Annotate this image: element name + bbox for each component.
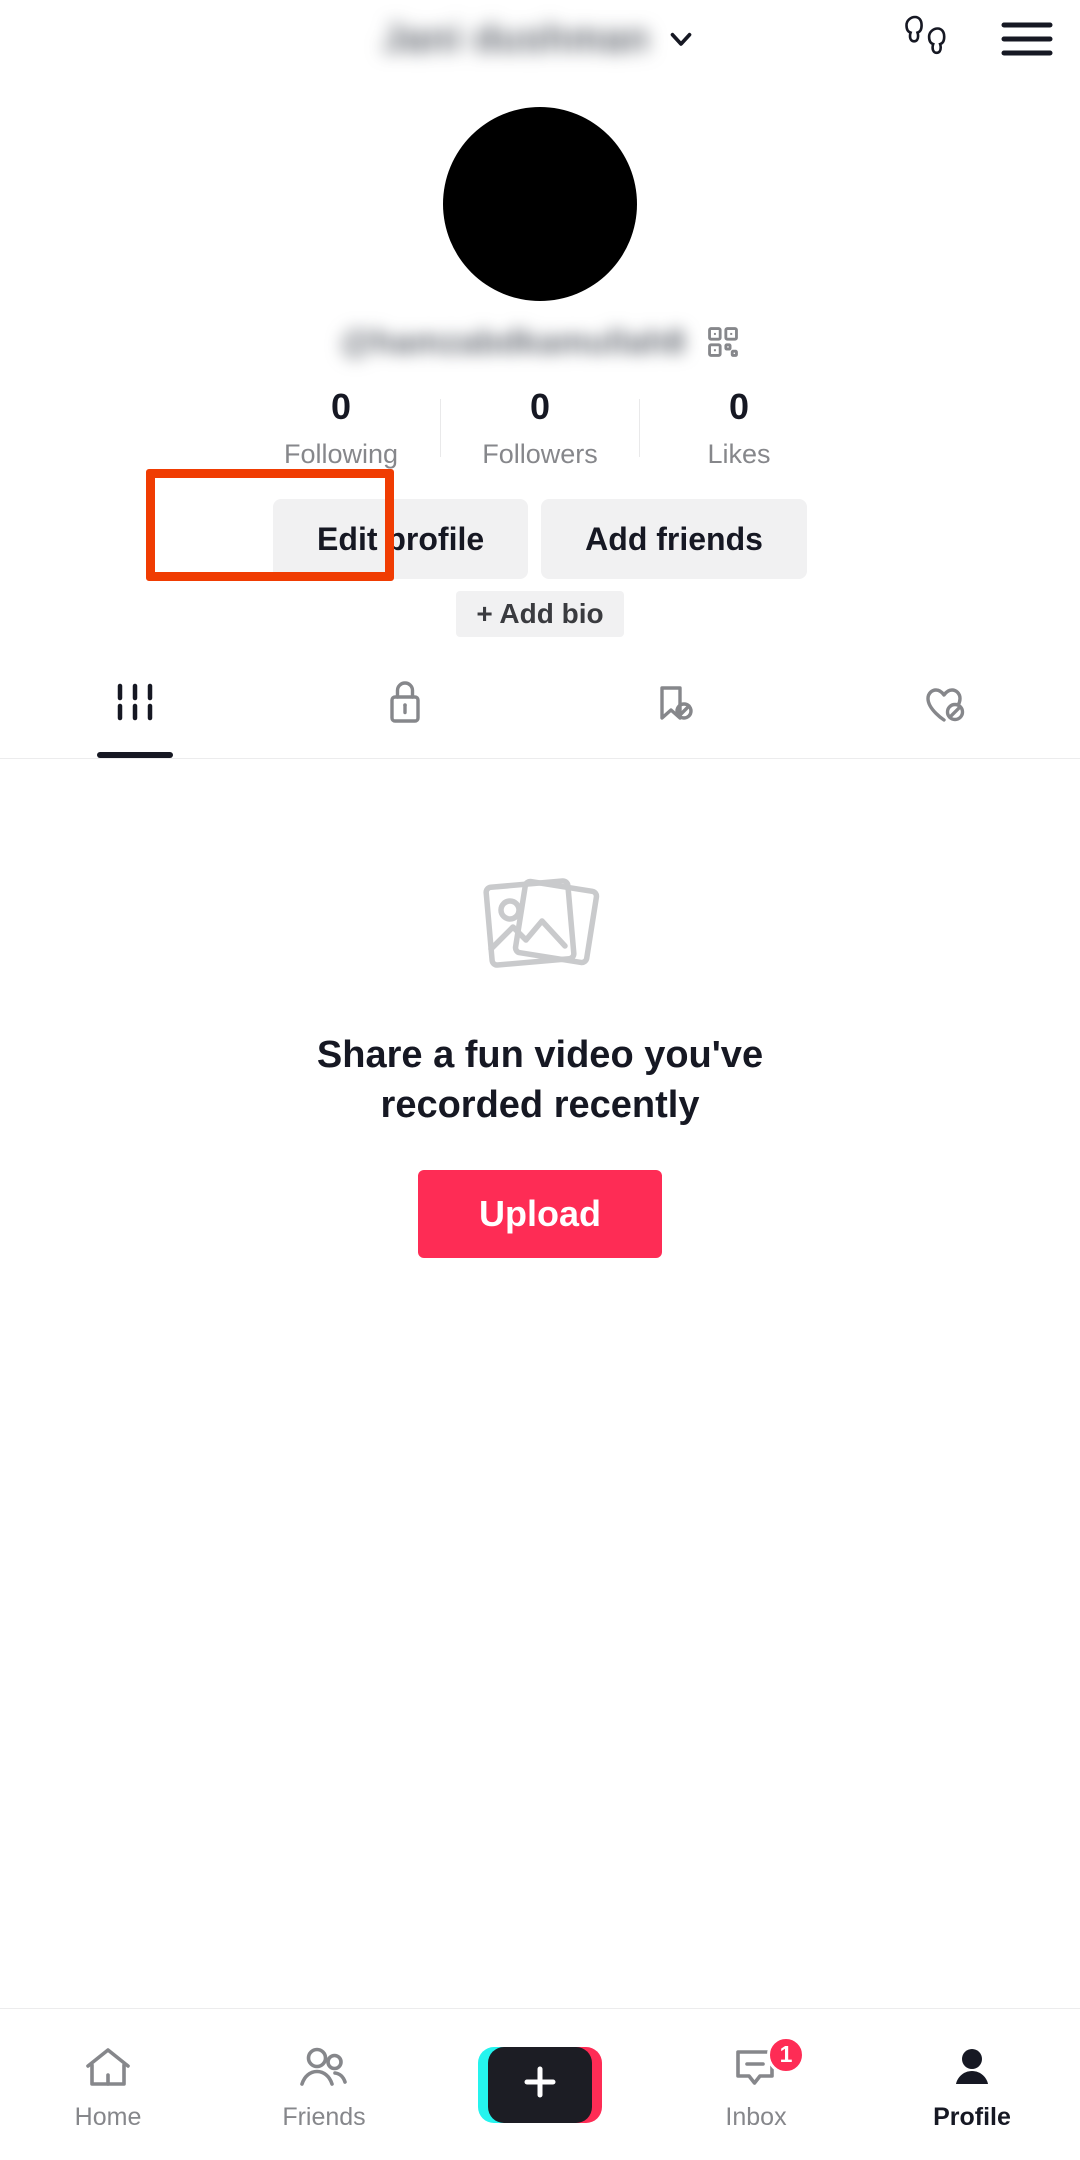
empty-state-message: Share a fun video you've recorded recent… xyxy=(260,1031,820,1130)
nav-inbox[interactable]: 1 Inbox xyxy=(648,2040,864,2130)
bottom-navigation: Home Friends xyxy=(0,2008,1080,2160)
handle-row: @hamzabdkamullah8 xyxy=(0,323,1080,361)
stat-followers[interactable]: 0 Followers xyxy=(441,387,639,469)
nav-create[interactable] xyxy=(432,2047,648,2123)
stats-row: 0 Following 0 Followers 0 Likes xyxy=(0,387,1080,469)
top-bar-actions xyxy=(902,0,1054,78)
nav-profile[interactable]: Profile xyxy=(864,2040,1080,2130)
edit-profile-button[interactable]: Edit profile xyxy=(273,499,528,579)
tiktok-profile-screen: Jani dushman @ xyxy=(0,0,1080,2160)
nav-home[interactable]: Home xyxy=(0,2040,216,2130)
home-icon xyxy=(81,2040,135,2096)
stat-value: 0 xyxy=(242,387,440,427)
bio-row: + Add bio xyxy=(0,591,1080,637)
stat-likes[interactable]: 0 Likes xyxy=(640,387,838,469)
profile-handle: @hamzabdkamullah8 xyxy=(340,323,685,361)
heart-hidden-icon xyxy=(916,674,974,737)
nav-label: Inbox xyxy=(725,2105,786,2130)
tab-private[interactable] xyxy=(270,666,540,758)
footprints-icon[interactable] xyxy=(902,11,954,67)
stat-value: 0 xyxy=(640,387,838,427)
profile-actions: Edit profile Add friends xyxy=(0,499,1080,579)
tab-reposts[interactable] xyxy=(540,666,810,758)
empty-state: Share a fun video you've recorded recent… xyxy=(0,759,1080,2008)
qr-code-icon[interactable] xyxy=(706,325,740,359)
photo-stack-icon xyxy=(472,864,608,991)
add-friends-button[interactable]: Add friends xyxy=(541,499,807,579)
upload-button[interactable]: Upload xyxy=(418,1170,662,1258)
plus-icon xyxy=(519,2061,561,2108)
create-button[interactable] xyxy=(478,2047,602,2123)
stat-following[interactable]: 0 Following xyxy=(242,387,440,469)
nav-label: Friends xyxy=(282,2105,365,2130)
hamburger-menu-icon[interactable] xyxy=(1000,18,1054,60)
stat-label: Followers xyxy=(441,440,639,470)
tab-liked[interactable] xyxy=(810,666,1080,758)
stat-label: Following xyxy=(242,440,440,470)
stat-label: Likes xyxy=(640,440,838,470)
grid-icon xyxy=(109,674,161,733)
stat-value: 0 xyxy=(441,387,639,427)
avatar-container xyxy=(0,107,1080,301)
avatar[interactable] xyxy=(443,107,637,301)
create-core xyxy=(488,2047,592,2123)
inbox-bubble-icon: 1 xyxy=(729,2040,783,2096)
nav-label: Home xyxy=(75,2105,142,2130)
nav-label: Profile xyxy=(933,2105,1011,2130)
content-tabs xyxy=(0,667,1080,759)
username-text: Jani dushman xyxy=(382,18,650,61)
friends-icon xyxy=(295,2040,353,2096)
nav-friends[interactable]: Friends xyxy=(216,2040,432,2130)
person-filled-icon xyxy=(946,2040,998,2096)
bookmark-hidden-icon xyxy=(648,674,702,737)
inbox-badge: 1 xyxy=(767,2036,805,2074)
add-bio-button[interactable]: + Add bio xyxy=(456,591,623,637)
tab-active-underline xyxy=(97,752,173,758)
chevron-down-icon[interactable] xyxy=(664,22,698,56)
top-bar: Jani dushman xyxy=(0,0,1080,78)
lock-icon xyxy=(379,674,431,737)
tab-posts[interactable] xyxy=(0,666,270,758)
